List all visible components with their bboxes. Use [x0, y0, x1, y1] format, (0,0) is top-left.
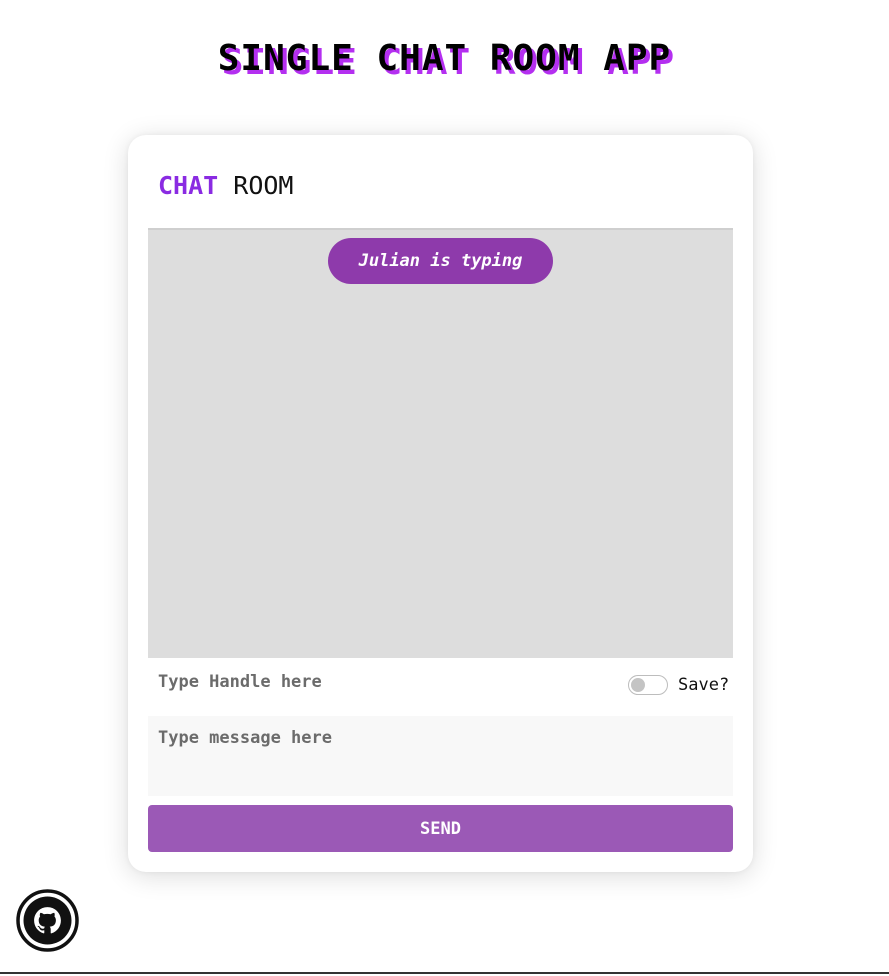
handle-input[interactable]: [148, 667, 588, 697]
chat-room-card: CHAT ROOM Julian is typing Save? SEND: [128, 135, 753, 872]
github-link[interactable]: [16, 889, 79, 952]
bottom-divider: [0, 972, 889, 974]
room-heading-rest: ROOM: [233, 171, 294, 200]
save-toggle-knob: [631, 678, 645, 692]
send-button[interactable]: SEND: [148, 805, 733, 852]
github-icon: [16, 889, 79, 952]
save-label: Save?: [678, 675, 730, 695]
app-title: SINGLE CHAT ROOM APP: [217, 38, 672, 79]
chat-messages-window[interactable]: Julian is typing: [148, 228, 733, 658]
save-toggle-group: Save?: [628, 673, 729, 697]
room-heading-accent: CHAT: [158, 171, 219, 200]
message-input[interactable]: [148, 716, 733, 796]
save-toggle[interactable]: [628, 675, 668, 695]
room-heading: CHAT ROOM: [158, 171, 294, 200]
typing-indicator: Julian is typing: [328, 238, 553, 284]
